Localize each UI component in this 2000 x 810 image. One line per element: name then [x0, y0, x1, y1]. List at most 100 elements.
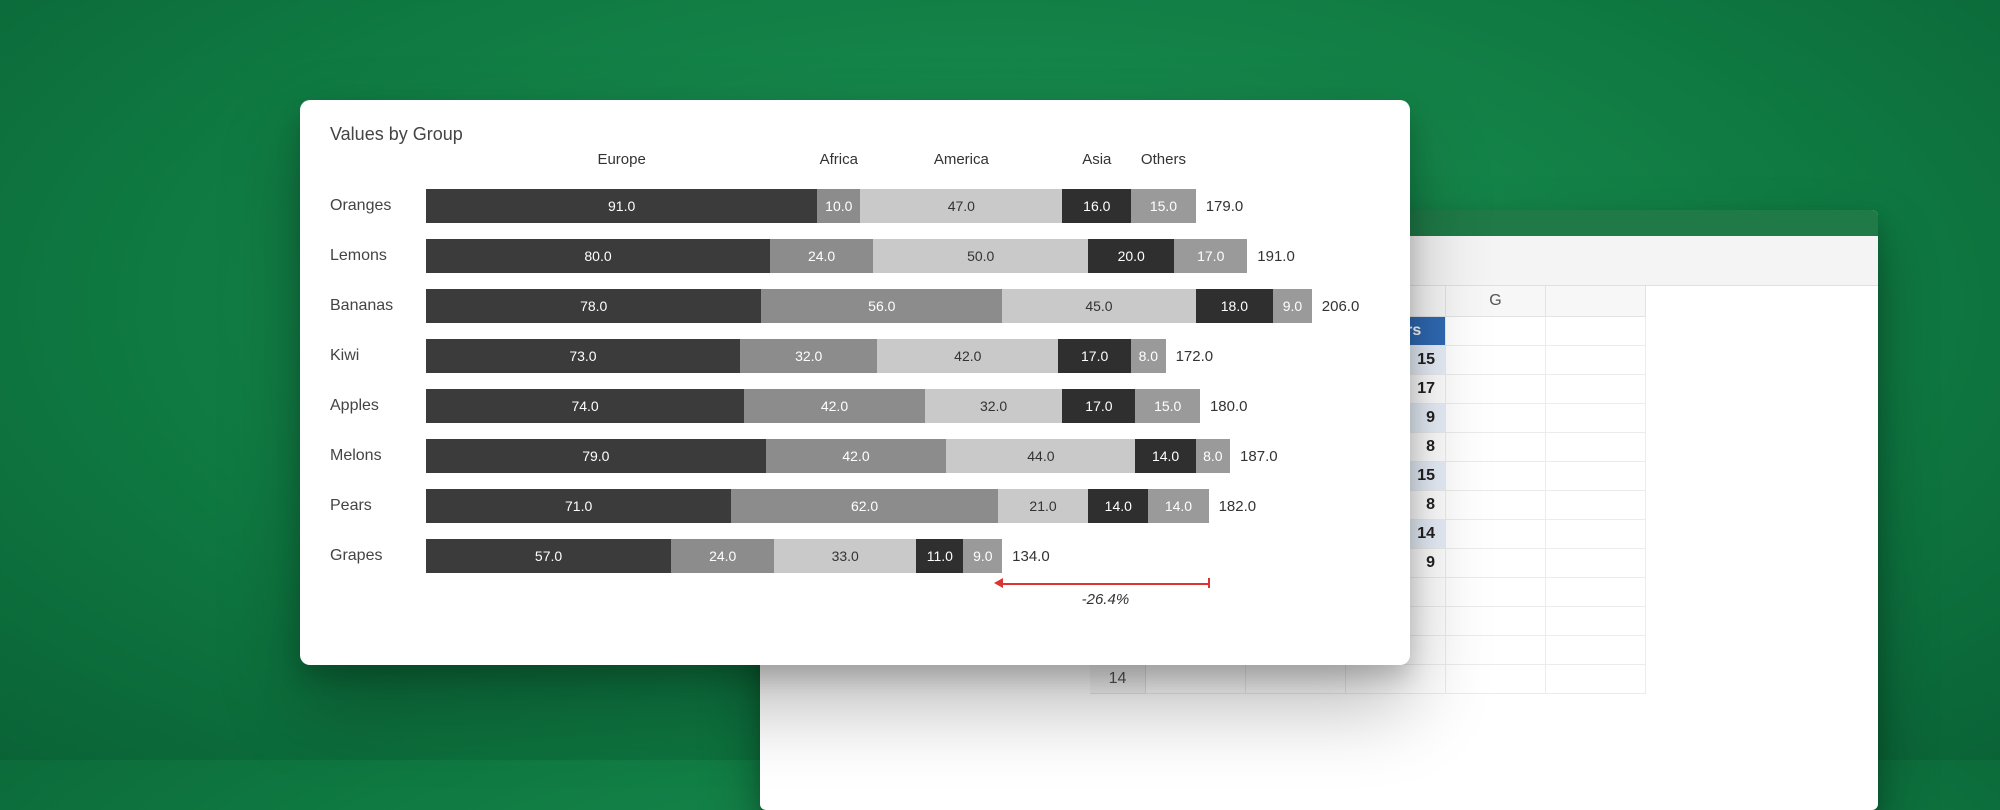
chart-plot-area: Europe Africa America Asia Others Orange… — [330, 151, 1380, 611]
chart-title: Values by Group — [330, 124, 1380, 145]
cell[interactable] — [1446, 549, 1546, 578]
cell[interactable] — [1346, 665, 1446, 694]
bar-seg-america: 45.0 — [1002, 289, 1196, 323]
bar-seg-america: 32.0 — [925, 389, 1063, 423]
bar-seg-africa: 56.0 — [761, 289, 1002, 323]
cell[interactable] — [1546, 433, 1646, 462]
bar-label: Bananas — [330, 297, 426, 315]
bar-label: Lemons — [330, 247, 426, 265]
bar-seg-others: 15.0 — [1131, 189, 1196, 223]
bar-seg-asia: 17.0 — [1058, 339, 1131, 373]
delta-label: -26.4% — [1082, 591, 1130, 608]
cell[interactable] — [1546, 404, 1646, 433]
bar-seg-others: 8.0 — [1196, 439, 1230, 473]
delta-arrow-icon — [994, 578, 1003, 588]
bar-seg-asia: 14.0 — [1088, 489, 1148, 523]
cell[interactable] — [1546, 346, 1646, 375]
bar-seg-europe: 73.0 — [426, 339, 740, 373]
bar-seg-europe: 80.0 — [426, 239, 770, 273]
delta-annotation: -26.4% — [426, 581, 1380, 611]
bar-label: Melons — [330, 447, 426, 465]
bar-row: Bananas 78.0 56.0 45.0 18.0 9.0 206.0 — [330, 281, 1380, 331]
cell[interactable] — [1546, 665, 1646, 694]
bar-row: Apples 74.0 42.0 32.0 17.0 15.0 180.0 — [330, 381, 1380, 431]
cell[interactable] — [1446, 346, 1546, 375]
legend-africa: Africa — [820, 151, 858, 168]
bar-seg-america: 44.0 — [946, 439, 1135, 473]
cell[interactable] — [1446, 317, 1546, 346]
bar-row: Pears 71.0 62.0 21.0 14.0 14.0 182.0 — [330, 481, 1380, 531]
bar-row: Lemons 80.0 24.0 50.0 20.0 17.0 191.0 — [330, 231, 1380, 281]
cell[interactable] — [1546, 549, 1646, 578]
bar-total: 182.0 — [1219, 498, 1257, 515]
cell[interactable] — [1546, 462, 1646, 491]
cell[interactable] — [1546, 636, 1646, 665]
chart-card: Values by Group Europe Africa America As… — [300, 100, 1410, 665]
bar-seg-america: 47.0 — [860, 189, 1062, 223]
bar-seg-america: 21.0 — [998, 489, 1088, 523]
delta-tick-icon — [1208, 578, 1210, 588]
bar-seg-asia: 11.0 — [916, 539, 963, 573]
bar-seg-europe: 91.0 — [426, 189, 817, 223]
bar-total: 206.0 — [1322, 298, 1360, 315]
col-head-extra — [1546, 286, 1646, 317]
cell[interactable] — [1546, 317, 1646, 346]
bar-seg-asia: 14.0 — [1135, 439, 1195, 473]
legend-europe: Europe — [597, 151, 645, 168]
legend-others: Others — [1141, 151, 1186, 168]
bar-seg-others: 14.0 — [1148, 489, 1208, 523]
cell[interactable] — [1546, 491, 1646, 520]
bar-total: 180.0 — [1210, 398, 1248, 415]
bar-total: 187.0 — [1240, 448, 1278, 465]
bar-seg-europe: 79.0 — [426, 439, 766, 473]
legend-america: America — [934, 151, 989, 168]
bar-seg-europe: 71.0 — [426, 489, 731, 523]
cell[interactable] — [1446, 462, 1546, 491]
cell[interactable] — [1546, 520, 1646, 549]
bar-seg-africa: 42.0 — [766, 439, 947, 473]
bar-label: Kiwi — [330, 347, 426, 365]
bar-seg-africa: 42.0 — [744, 389, 925, 423]
bar-total: 134.0 — [1012, 548, 1050, 565]
cell[interactable] — [1146, 665, 1246, 694]
bar-label: Pears — [330, 497, 426, 515]
cell[interactable] — [1446, 433, 1546, 462]
bar-total: 172.0 — [1176, 348, 1214, 365]
bar-seg-america: 42.0 — [877, 339, 1058, 373]
bar-seg-africa: 24.0 — [671, 539, 774, 573]
bar-row: Oranges 91.0 10.0 47.0 16.0 15.0 179.0 — [330, 181, 1380, 231]
bar-row: Grapes 57.0 24.0 33.0 11.0 9.0 134.0 — [330, 531, 1380, 581]
cell[interactable] — [1446, 607, 1546, 636]
bar-seg-america: 33.0 — [774, 539, 916, 573]
cell[interactable] — [1446, 491, 1546, 520]
cell[interactable] — [1446, 665, 1546, 694]
cell[interactable] — [1446, 404, 1546, 433]
cell[interactable] — [1546, 375, 1646, 404]
bar-label: Grapes — [330, 547, 426, 565]
cell[interactable] — [1546, 578, 1646, 607]
legend-asia: Asia — [1082, 151, 1111, 168]
bar-seg-america: 50.0 — [873, 239, 1088, 273]
bar-label: Apples — [330, 397, 426, 415]
bar-total: 179.0 — [1206, 198, 1244, 215]
bar-seg-asia: 18.0 — [1196, 289, 1273, 323]
col-head-G[interactable]: G — [1446, 286, 1546, 317]
cell[interactable] — [1446, 578, 1546, 607]
cell[interactable] — [1446, 636, 1546, 665]
bar-seg-europe: 57.0 — [426, 539, 671, 573]
bar-label: Oranges — [330, 197, 426, 215]
bar-seg-africa: 62.0 — [731, 489, 998, 523]
chart-legend: Europe Africa America Asia Others — [330, 151, 1380, 175]
bar-seg-africa: 10.0 — [817, 189, 860, 223]
bar-total: 191.0 — [1257, 248, 1295, 265]
bar-seg-asia: 16.0 — [1062, 189, 1131, 223]
cell[interactable] — [1546, 607, 1646, 636]
bar-seg-others: 15.0 — [1135, 389, 1200, 423]
row-head[interactable]: 14 — [1090, 665, 1146, 694]
cell[interactable] — [1446, 520, 1546, 549]
bar-seg-others: 17.0 — [1174, 239, 1247, 273]
bar-seg-others: 9.0 — [963, 539, 1002, 573]
cell[interactable] — [1246, 665, 1346, 694]
delta-line-icon — [1002, 583, 1208, 585]
cell[interactable] — [1446, 375, 1546, 404]
